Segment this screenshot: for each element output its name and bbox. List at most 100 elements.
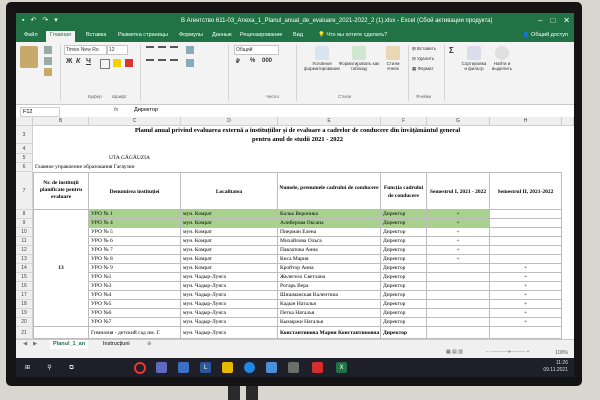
locality-cell[interactable]: мун. Комрат <box>181 255 278 264</box>
sheet-nav-prev-icon[interactable]: ◀ <box>20 340 30 349</box>
manager-cell[interactable]: Кымаржи Наталья <box>278 318 381 327</box>
empty-cell[interactable] <box>33 327 89 339</box>
align-center-icon[interactable] <box>158 59 166 69</box>
semester1-cell[interactable]: + <box>427 210 490 219</box>
select-all-corner[interactable] <box>16 117 33 126</box>
tab-formulas[interactable]: Формулы <box>179 32 203 38</box>
underline-icon[interactable]: Ч <box>86 58 91 65</box>
zoom-level[interactable]: 100% <box>555 350 568 356</box>
tab-review[interactable]: Рецензирование <box>240 32 282 38</box>
excel-taskbar-icon[interactable]: X <box>336 362 347 373</box>
manager-cell[interactable]: Желегело Светлана <box>278 273 381 282</box>
row-header[interactable]: 3 <box>16 126 33 144</box>
copy-icon[interactable] <box>44 57 52 65</box>
row-header[interactable]: 18 <box>16 300 33 309</box>
photos-icon[interactable] <box>266 362 277 373</box>
semester2-cell[interactable]: + <box>490 300 562 309</box>
semester1-cell[interactable] <box>427 264 490 273</box>
position-cell[interactable]: Директор <box>381 264 427 273</box>
semester2-cell[interactable]: + <box>490 318 562 327</box>
customize-icon[interactable]: ▾ <box>54 17 58 25</box>
institution-cell[interactable]: УРО № 8 <box>89 255 181 264</box>
position-cell[interactable]: Директор <box>381 327 427 339</box>
column-header-d[interactable]: D <box>181 117 278 126</box>
semester2-cell[interactable] <box>490 228 562 237</box>
header-institution[interactable]: Denumirea instituției <box>89 172 181 210</box>
position-cell[interactable]: Директор <box>381 219 427 228</box>
font-color-icon[interactable] <box>125 59 133 67</box>
sheet-tab-instructiuni[interactable]: Instrucțiuni <box>100 340 133 349</box>
semester2-cell[interactable]: + <box>490 291 562 300</box>
find-select-button[interactable]: Найти и выделить <box>490 46 514 71</box>
maximize-icon[interactable]: □ <box>550 16 555 25</box>
row-header[interactable]: 19 <box>16 309 33 318</box>
sheet-nav-next-icon[interactable]: ▶ <box>30 340 40 349</box>
format-cells-button[interactable]: ▦ Формат <box>412 66 434 71</box>
align-bottom-icon[interactable] <box>170 46 178 56</box>
semester1-cell[interactable] <box>427 291 490 300</box>
institution-cell[interactable]: УРО № 4 <box>89 219 181 228</box>
autosum-icon[interactable]: Σ <box>449 46 454 55</box>
semester1-cell[interactable]: + <box>427 237 490 246</box>
institution-cell[interactable]: Гимназия - детский сад им. Г. <box>89 327 181 339</box>
semester2-cell[interactable]: + <box>490 282 562 291</box>
name-box[interactable]: F12 <box>20 107 60 117</box>
row-header[interactable]: 17 <box>16 291 33 300</box>
institution-cell[interactable]: УРО № 6 <box>89 237 181 246</box>
manager-cell[interactable]: Кадын Наталья <box>278 300 381 309</box>
add-sheet-icon[interactable]: ⊕ <box>144 340 155 349</box>
row-header[interactable]: 11 <box>16 237 33 246</box>
task-view-icon[interactable]: ⧉ <box>66 362 77 373</box>
tab-insert[interactable]: Вставка <box>86 32 106 38</box>
close-icon[interactable]: ✕ <box>563 16 570 25</box>
page-layout-view-icon[interactable]: ▦ ▤ ▥ <box>446 349 463 355</box>
semester2-cell[interactable]: + <box>490 273 562 282</box>
institution-cell[interactable]: УРО № 5 <box>89 228 181 237</box>
row-header[interactable]: 9 <box>16 219 33 228</box>
zoom-slider[interactable]: – ─────●──── + <box>486 349 529 355</box>
header-position[interactable]: Funcția cadrului de conducere <box>381 172 427 210</box>
semester1-cell[interactable]: + <box>427 255 490 264</box>
locality-cell[interactable]: мун. Чадыр-Лунга <box>181 291 278 300</box>
header-count[interactable]: Nr. de instituții planificate pentru eva… <box>33 172 89 210</box>
locality-cell[interactable]: мун. Комрат <box>181 210 278 219</box>
save-icon[interactable]: ▪ <box>22 17 24 25</box>
institution-cell[interactable]: УРО №5 <box>89 300 181 309</box>
format-painter-icon[interactable] <box>44 68 52 76</box>
search-icon[interactable]: ⚲ <box>44 362 55 373</box>
font-name-select[interactable]: Times New Ro <box>64 45 107 55</box>
semester1-cell[interactable] <box>427 309 490 318</box>
insert-function-icon[interactable]: fx <box>114 107 118 113</box>
position-cell[interactable]: Директор <box>381 300 427 309</box>
position-cell[interactable]: Директор <box>381 210 427 219</box>
word-app-icon[interactable]: L <box>200 362 211 373</box>
semester2-cell[interactable]: + <box>490 264 562 273</box>
conditional-formatting-button[interactable]: Условное форматирование <box>302 46 342 71</box>
manager-cell[interactable]: Константинова Мария Константиновна <box>278 327 381 339</box>
position-cell[interactable]: Директор <box>381 291 427 300</box>
opera-icon[interactable] <box>134 362 146 374</box>
desktop-app-icon[interactable] <box>178 362 189 373</box>
locality-cell[interactable]: мун. Комрат <box>181 228 278 237</box>
row-header[interactable]: 8 <box>16 210 33 219</box>
percent-icon[interactable]: % <box>250 58 255 64</box>
locality-cell[interactable]: мун. Чадыр-Лунга <box>181 318 278 327</box>
institution-cell[interactable]: УРО № 1 <box>89 210 181 219</box>
position-cell[interactable]: Директор <box>381 255 427 264</box>
position-cell[interactable]: Директор <box>381 318 427 327</box>
sheet-title[interactable]: Planul anual privind evaluarea externă a… <box>33 126 562 144</box>
delete-cells-button[interactable]: ⊟ Удалить <box>412 56 434 61</box>
header-semester-1[interactable]: Semestrul I, 2021 - 2022 <box>427 172 490 210</box>
manager-cell[interactable]: Павлатова Анна <box>278 246 381 255</box>
institution-cell[interactable]: УРО №3 <box>89 282 181 291</box>
header-locality[interactable]: Localitatea <box>181 172 278 210</box>
cell-styles-button[interactable]: Стили ячеек <box>382 46 404 71</box>
number-format-select[interactable]: Общий <box>234 45 279 55</box>
locality-cell[interactable]: мун. Чадыр-Лунга <box>181 327 278 339</box>
locality-cell[interactable]: мун. Чадыр-Лунга <box>181 309 278 318</box>
institutions-count[interactable]: 13 <box>33 210 89 327</box>
institution-cell[interactable]: УРО №7 <box>89 318 181 327</box>
position-cell[interactable]: Директор <box>381 237 427 246</box>
manager-cell[interactable]: Ротарь Вера <box>278 282 381 291</box>
position-cell[interactable]: Директор <box>381 246 427 255</box>
